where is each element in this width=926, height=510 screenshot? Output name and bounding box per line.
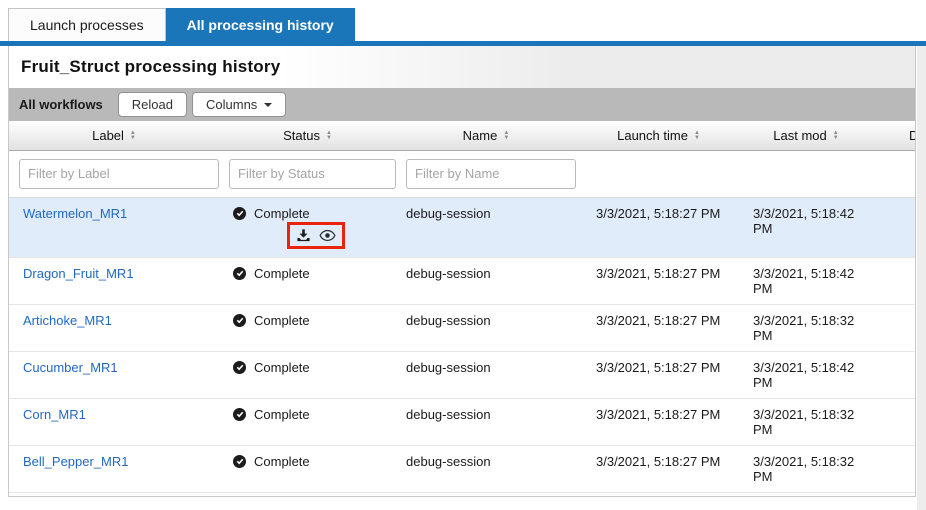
status-text: Complete	[254, 360, 310, 375]
launch-time: 3/3/2021, 5:18:27 PM	[576, 257, 741, 304]
annotation-highlight-box	[287, 222, 345, 249]
last-mod-time: 3/3/2021, 5:18:42 PM	[741, 351, 871, 398]
process-name: debug-session	[396, 492, 576, 497]
status-text: Complete	[254, 313, 310, 328]
sort-icon: ▲▼	[833, 131, 839, 141]
status-text: Complete	[254, 407, 310, 422]
column-header-launch-time[interactable]: Launch time ▲▼	[576, 121, 741, 150]
status-text: Complete	[254, 206, 310, 221]
table-row[interactable]: Dragon_Fruit_MR1Completedebug-session3/3…	[9, 257, 915, 304]
panel-header: Fruit_Struct processing history	[9, 46, 915, 88]
tab-launch-processes[interactable]: Launch processes	[8, 8, 166, 41]
column-header-last-mod[interactable]: Last mod ▲▼	[741, 121, 871, 150]
status-complete-icon	[233, 207, 246, 220]
status-text: Complete	[254, 454, 310, 469]
clipped-cell	[871, 197, 915, 257]
clipped-cell	[871, 492, 915, 497]
column-header-text: D	[909, 128, 915, 143]
sort-icon: ▲▼	[503, 131, 509, 141]
column-header-text: Launch time	[617, 128, 688, 143]
table-body: Watermelon_MR1Completedebug-session3/3/2…	[9, 197, 915, 497]
clipped-cell	[871, 351, 915, 398]
clipped-cell	[871, 445, 915, 492]
table-row[interactable]: Bell_Pepper_MR1Completedebug-session3/3/…	[9, 445, 915, 492]
status-complete-icon	[233, 361, 246, 374]
column-header-clipped[interactable]: D	[871, 121, 915, 150]
table-row[interactable]: Bell_Pepper_MR1Completedebug-session3/3/…	[9, 492, 915, 497]
launch-time: 3/3/2021, 5:18:27 PM	[576, 398, 741, 445]
chevron-down-icon	[264, 103, 272, 107]
column-header-text: Status	[283, 128, 320, 143]
workflows-scope-label: All workflows	[19, 97, 103, 112]
process-label-link[interactable]: Dragon_Fruit_MR1	[23, 266, 134, 281]
last-mod-time: 3/3/2021, 5:18:32 PM	[741, 304, 871, 351]
tab-bar: Launch processes All processing history	[0, 0, 926, 41]
tab-all-processing-history[interactable]: All processing history	[166, 8, 355, 41]
process-label-link[interactable]: Cucumber_MR1	[23, 360, 118, 375]
sort-icon: ▲▼	[694, 131, 700, 141]
status-complete-icon	[233, 314, 246, 327]
launch-time: 3/3/2021, 5:18:27 PM	[576, 351, 741, 398]
column-header-status[interactable]: Status ▲▼	[219, 121, 396, 150]
page-title: Fruit_Struct processing history	[21, 57, 280, 77]
last-mod-time: 3/3/2021, 5:18:32 PM	[741, 398, 871, 445]
process-label-link[interactable]: Bell_Pepper_MR1	[23, 454, 129, 469]
launch-time: 3/3/2021, 5:18:27 PM	[576, 445, 741, 492]
column-header-text: Name	[463, 128, 498, 143]
last-mod-time: 3/3/2021, 5:18:42 PM	[741, 257, 871, 304]
status-complete-icon	[233, 455, 246, 468]
last-mod-time: 3/3/2021, 5:17:33 PM	[741, 492, 871, 497]
process-label-link[interactable]: Corn_MR1	[23, 407, 86, 422]
history-panel: Fruit_Struct processing history All work…	[8, 46, 916, 497]
filter-name-input[interactable]	[406, 159, 576, 189]
launch-time: 3/3/2021, 5:18:27 PM	[576, 197, 741, 257]
column-header-text: Label	[92, 128, 124, 143]
launch-time: 3/3/2021, 5:18:27 PM	[576, 304, 741, 351]
download-button[interactable]	[296, 228, 311, 243]
process-name: debug-session	[396, 445, 576, 492]
table-row[interactable]: Artichoke_MR1Completedebug-session3/3/20…	[9, 304, 915, 351]
clipped-cell	[871, 257, 915, 304]
history-table: Label ▲▼ Status ▲▼ Name ▲▼ Launch time ▲▼ La…	[9, 121, 915, 497]
sort-icon: ▲▼	[326, 131, 332, 141]
launch-time: 3/3/2021, 5:17:24 PM	[576, 492, 741, 497]
last-mod-time: 3/3/2021, 5:18:42 PM	[741, 197, 871, 257]
process-name: debug-session	[396, 304, 576, 351]
status-text: Complete	[254, 266, 310, 281]
table-row[interactable]: Corn_MR1Completedebug-session3/3/2021, 5…	[9, 398, 915, 445]
table-row[interactable]: Watermelon_MR1Completedebug-session3/3/2…	[9, 197, 915, 257]
status-complete-icon	[233, 408, 246, 421]
column-header-text: Last mod	[773, 128, 826, 143]
process-label-link[interactable]: Artichoke_MR1	[23, 313, 112, 328]
table-row[interactable]: Cucumber_MR1Completedebug-session3/3/202…	[9, 351, 915, 398]
last-mod-time: 3/3/2021, 5:18:32 PM	[741, 445, 871, 492]
filter-status-input[interactable]	[229, 159, 396, 189]
status-complete-icon	[233, 267, 246, 280]
sort-icon: ▲▼	[130, 131, 136, 141]
reload-button[interactable]: Reload	[118, 92, 187, 117]
columns-dropdown-label: Columns	[206, 97, 257, 112]
process-name: debug-session	[396, 398, 576, 445]
scrollbar-track[interactable]	[917, 46, 926, 510]
column-header-label[interactable]: Label ▲▼	[9, 121, 219, 150]
process-name: debug-session	[396, 351, 576, 398]
table-header-row: Label ▲▼ Status ▲▼ Name ▲▼ Launch time ▲▼ La…	[9, 121, 915, 150]
clipped-cell	[871, 398, 915, 445]
eye-button[interactable]	[319, 229, 336, 242]
column-header-name[interactable]: Name ▲▼	[396, 121, 576, 150]
filter-row	[9, 150, 915, 197]
clipped-cell	[871, 304, 915, 351]
columns-dropdown-button[interactable]: Columns	[192, 92, 286, 117]
process-label-link[interactable]: Watermelon_MR1	[23, 206, 127, 221]
process-name: debug-session	[396, 257, 576, 304]
process-name: debug-session	[396, 197, 576, 257]
toolbar: All workflows Reload Columns	[9, 88, 915, 121]
filter-label-input[interactable]	[19, 159, 219, 189]
